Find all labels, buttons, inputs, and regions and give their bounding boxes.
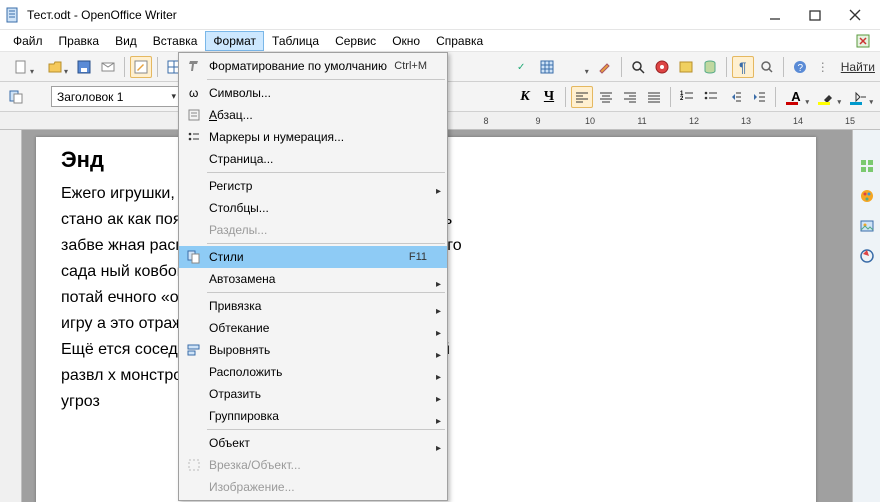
help-button[interactable]: ? (789, 56, 811, 78)
menu-flip[interactable]: Отразить (179, 383, 447, 405)
maximize-button[interactable] (795, 0, 835, 30)
new-button[interactable] (5, 56, 37, 78)
align-left-button[interactable] (571, 86, 593, 108)
data-sources-button[interactable] (699, 56, 721, 78)
increase-indent-button[interactable] (748, 86, 770, 108)
find-label[interactable]: Найти (841, 60, 875, 74)
menu-bar: Файл Правка Вид Вставка Формат Таблица С… (0, 30, 880, 52)
save-button[interactable] (73, 56, 95, 78)
menu-object[interactable]: Объект (179, 432, 447, 454)
ruler-tick: 14 (772, 116, 824, 126)
menu-help[interactable]: Справка (428, 31, 491, 51)
menu-arrange[interactable]: Расположить (179, 361, 447, 383)
draw-functions-button[interactable] (594, 56, 616, 78)
ruler-tick: 11 (616, 116, 668, 126)
menu-anchor[interactable]: Привязка (179, 295, 447, 317)
menu-view[interactable]: Вид (107, 31, 145, 51)
menu-align[interactable]: Выровнять (179, 339, 447, 361)
align-center-button[interactable] (595, 86, 617, 108)
insert-table-dd[interactable] (560, 56, 592, 78)
document-icon (5, 7, 21, 23)
menu-paragraph[interactable]: Абзац... (179, 104, 447, 126)
menu-autocorrect[interactable]: Автозамена (179, 268, 447, 290)
open-button[interactable] (39, 56, 71, 78)
sidebar-navigator-icon[interactable] (857, 246, 877, 266)
ruler-tick: 13 (720, 116, 772, 126)
menu-window[interactable]: Окно (384, 31, 428, 51)
menu-columns[interactable]: Столбцы... (179, 197, 447, 219)
clear-format-icon (183, 58, 205, 74)
menu-group[interactable]: Группировка (179, 405, 447, 427)
menu-frame: Врезка/Объект... (179, 454, 447, 476)
ruler-tick: 8 (460, 116, 512, 126)
ruler-tick: 10 (564, 116, 616, 126)
menu-insert[interactable]: Вставка (145, 31, 206, 51)
ruler-tick: 12 (668, 116, 720, 126)
insert-table-button[interactable] (536, 56, 558, 78)
align-icon (183, 342, 205, 358)
align-justify-button[interactable] (643, 86, 665, 108)
menu-image: Изображение... (179, 476, 447, 498)
menu-characters[interactable]: ω Символы... (179, 82, 447, 104)
vertical-ruler[interactable] (0, 130, 22, 502)
menu-edit[interactable]: Правка (51, 31, 108, 51)
menu-wrap[interactable]: Обтекание (179, 317, 447, 339)
find-button[interactable] (627, 56, 649, 78)
align-right-button[interactable] (619, 86, 641, 108)
italic-button[interactable]: К (514, 86, 536, 108)
email-button[interactable] (97, 56, 119, 78)
bullet-list-button[interactable] (700, 86, 722, 108)
menu-sections: Разделы... (179, 219, 447, 241)
sidebar-gallery-icon[interactable] (857, 216, 877, 236)
paragraph-style-value: Заголовок 1 (57, 90, 123, 104)
background-color-button[interactable] (845, 86, 875, 108)
menu-file[interactable]: Файл (5, 31, 51, 51)
highlight-button[interactable] (813, 86, 843, 108)
edit-mode-button[interactable] (130, 56, 152, 78)
font-color-button[interactable]: A (781, 86, 811, 108)
ruler-tick: 9 (512, 116, 564, 126)
title-bar: Тест.odt - OpenOffice Writer (0, 0, 880, 30)
menu-tools[interactable]: Сервис (327, 31, 384, 51)
format-menu-dropdown: Форматирование по умолчанию Ctrl+M ω Сим… (178, 52, 448, 501)
close-button[interactable] (835, 0, 875, 30)
paragraph-icon (183, 107, 205, 123)
menu-styles[interactable]: Стили F11 (179, 246, 447, 268)
styles-icon (183, 249, 205, 265)
ruler-tick: 15 (824, 116, 876, 126)
menu-register[interactable]: Регистр (179, 175, 447, 197)
window-title: Тест.odt - OpenOffice Writer (27, 8, 755, 22)
minimize-button[interactable] (755, 0, 795, 30)
nonprinting-button[interactable]: ¶ (732, 56, 754, 78)
svg-text:2: 2 (680, 96, 684, 102)
menu-default-formatting[interactable]: Форматирование по умолчанию Ctrl+M (179, 55, 447, 77)
zoom-button[interactable] (756, 56, 778, 78)
svg-text:ω: ω (189, 86, 198, 100)
styles-dialog-button[interactable] (5, 86, 27, 108)
sidebar (852, 130, 880, 502)
svg-text:✓: ✓ (517, 62, 525, 73)
close-document-button[interactable] (855, 33, 871, 49)
numbered-list-button[interactable]: 12 (676, 86, 698, 108)
frame-icon (183, 457, 205, 473)
menu-table[interactable]: Таблица (264, 31, 327, 51)
paragraph-style-combo[interactable]: Заголовок 1 (51, 86, 181, 107)
underline-button[interactable]: Ч (538, 86, 560, 108)
character-icon: ω (183, 85, 205, 101)
sidebar-styles-icon[interactable] (857, 186, 877, 206)
svg-text:?: ? (797, 63, 803, 74)
menu-format[interactable]: Формат (205, 31, 264, 51)
sidebar-properties-icon[interactable] (857, 156, 877, 176)
spellcheck-button[interactable]: ✓ (512, 56, 534, 78)
menu-bullets[interactable]: Маркеры и нумерация... (179, 126, 447, 148)
navigator-button[interactable] (651, 56, 673, 78)
menu-page[interactable]: Страница... (179, 148, 447, 170)
gallery-button[interactable] (675, 56, 697, 78)
decrease-indent-button[interactable] (724, 86, 746, 108)
bullets-icon (183, 129, 205, 145)
